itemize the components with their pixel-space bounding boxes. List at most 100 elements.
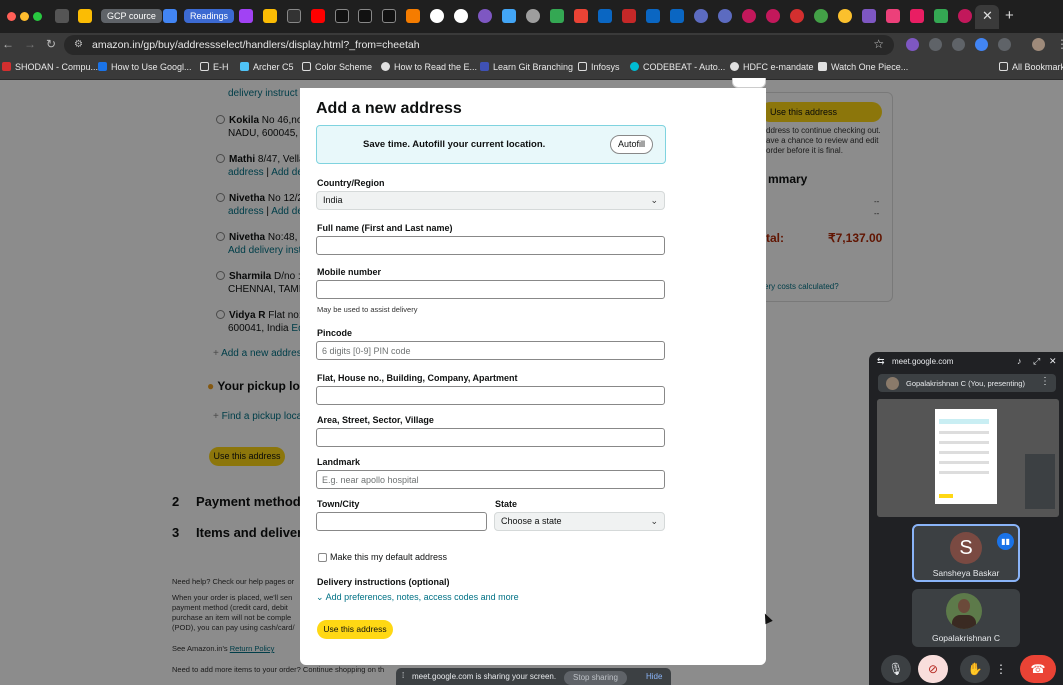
tab-icon[interactable] — [163, 9, 177, 23]
bookmark-folder-color-scheme[interactable]: Color Scheme — [302, 62, 372, 72]
extension-icon[interactable] — [975, 38, 988, 51]
tab-icon[interactable] — [287, 9, 301, 23]
use-this-address-button[interactable]: Use this address — [317, 620, 393, 639]
tab-icon[interactable] — [335, 9, 349, 23]
github-icon[interactable] — [430, 9, 444, 23]
landmark-input[interactable] — [316, 470, 665, 489]
tab-icon[interactable] — [382, 9, 396, 23]
flat-input[interactable] — [316, 386, 665, 405]
url-text[interactable]: amazon.in/gp/buy/addressselect/handlers/… — [92, 39, 420, 51]
tab-icon[interactable] — [862, 9, 876, 23]
site-info-icon[interactable]: ⚙ — [74, 39, 83, 50]
fullname-input[interactable] — [316, 236, 665, 255]
autofill-button[interactable]: Autofill — [610, 135, 653, 154]
tab-icon[interactable] — [934, 9, 948, 23]
linkedin-icon[interactable] — [646, 9, 660, 23]
area-input[interactable] — [316, 428, 665, 447]
state-select[interactable]: Choose a state ⌄ — [494, 512, 665, 531]
town-input[interactable] — [316, 512, 487, 531]
participant-tile[interactable]: S ▮▮ Sansheya Baskar — [912, 524, 1020, 582]
all-bookmarks[interactable]: All Bookmarks — [999, 62, 1063, 72]
tab-icon[interactable] — [790, 9, 804, 23]
menu-kebab-icon[interactable]: ⋮ — [1056, 37, 1063, 51]
presenting-bar[interactable]: Gopalakrishnan C (You, presenting) ⋮ — [878, 374, 1056, 392]
bookmark-one-piece[interactable]: Watch One Piece... — [818, 62, 908, 72]
mobile-input[interactable] — [316, 280, 665, 299]
tab-icon[interactable] — [766, 9, 780, 23]
expand-icon[interactable]: ⤢ — [1033, 356, 1040, 367]
tab-icon[interactable] — [814, 9, 828, 23]
extensions-puzzle-icon[interactable] — [998, 38, 1011, 51]
tab-icon[interactable] — [958, 9, 972, 23]
tab-icon[interactable] — [838, 9, 852, 23]
more-options-icon[interactable]: ⋮ — [1040, 376, 1050, 387]
bookmark-shodan[interactable]: SHODAN - Compu... — [2, 62, 98, 72]
tab-icon[interactable] — [358, 9, 372, 23]
new-tab-button[interactable]: + — [1005, 7, 1014, 24]
tab-icon[interactable] — [55, 9, 69, 23]
bookmark-read[interactable]: How to Read the E... — [381, 62, 477, 72]
bookmark-folder-eh[interactable]: E-H — [200, 62, 229, 72]
raise-hand-button[interactable]: ✋ — [960, 655, 990, 683]
tab-icon[interactable] — [910, 9, 924, 23]
linkedin-icon[interactable] — [670, 9, 684, 23]
maximize-window-button[interactable] — [33, 12, 42, 21]
tab-icon[interactable] — [718, 9, 732, 23]
tab-icon[interactable] — [742, 9, 756, 23]
back-arrow-icon[interactable]: ← — [2, 37, 14, 51]
tab-readings[interactable]: Readings — [184, 9, 235, 23]
tab-icon[interactable] — [263, 9, 277, 23]
close-icon[interactable]: ✕ — [1049, 356, 1057, 367]
minimize-window-button[interactable] — [20, 12, 29, 21]
tab-icon[interactable] — [622, 9, 636, 23]
tab-icon[interactable] — [550, 9, 564, 23]
camera-off-button[interactable]: ⊘ — [918, 655, 948, 683]
mic-toggle-button[interactable]: 🎙 — [881, 655, 911, 683]
close-tab-icon[interactable]: ✕ — [982, 8, 993, 24]
mobile-label: Mobile number — [317, 267, 382, 277]
default-address-checkbox[interactable] — [318, 553, 327, 562]
tab-icon[interactable] — [526, 9, 540, 23]
extension-icon[interactable] — [952, 38, 965, 51]
bookmark-google[interactable]: How to Use Googl... — [98, 62, 192, 72]
bookmark-archer[interactable]: Archer C5 — [240, 62, 294, 72]
tab-icon[interactable] — [239, 9, 253, 23]
modal-close-button[interactable] — [732, 78, 766, 88]
tab-icon[interactable] — [78, 9, 92, 23]
close-window-button[interactable] — [7, 12, 16, 21]
tab-gcp-course[interactable]: GCP cource — [101, 9, 162, 23]
bookmark-star-icon[interactable]: ☆ — [873, 37, 884, 51]
country-select[interactable]: India ⌄ — [316, 191, 665, 210]
end-call-button[interactable]: ☎ — [1020, 655, 1056, 683]
stop-sharing-button[interactable]: Stop sharing — [564, 671, 627, 685]
linkedin-icon[interactable] — [598, 9, 612, 23]
github-icon[interactable] — [454, 9, 468, 23]
drag-handle-icon[interactable]: ⁞ — [402, 671, 404, 680]
tab-icon[interactable] — [886, 9, 900, 23]
tab-icon[interactable] — [502, 9, 516, 23]
hide-share-bar-button[interactable]: Hide — [646, 672, 662, 681]
extension-icon[interactable] — [906, 38, 919, 51]
forward-arrow-icon[interactable]: → — [24, 37, 36, 51]
omnibox[interactable]: ⚙ amazon.in/gp/buy/addressselect/handler… — [64, 35, 894, 55]
bookmark-hdfc[interactable]: HDFC e-mandate — [730, 62, 814, 72]
mic-icon[interactable]: ♪ — [1017, 356, 1022, 366]
tab-icon[interactable] — [694, 9, 708, 23]
pincode-input[interactable] — [316, 341, 665, 360]
bookmark-git[interactable]: Learn Git Branching — [480, 62, 573, 72]
default-address-label[interactable]: Make this my default address — [330, 552, 447, 562]
profile-avatar[interactable] — [1032, 38, 1045, 51]
tab-icon[interactable] — [478, 9, 492, 23]
gmail-icon[interactable] — [574, 9, 588, 23]
reload-icon[interactable]: ↻ — [46, 37, 56, 51]
extension-icon[interactable] — [929, 38, 942, 51]
active-tab[interactable]: ✕ — [975, 5, 999, 29]
more-options-icon[interactable]: ⋮ — [993, 655, 1009, 683]
delivery-instructions-link[interactable]: ⌄ Add preferences, notes, access codes a… — [316, 592, 519, 603]
tab-icon[interactable] — [406, 9, 420, 23]
chevron-down-icon: ⌄ — [316, 592, 324, 602]
bookmark-folder-infosys[interactable]: Infosys — [578, 62, 620, 72]
participant-tile[interactable]: Gopalakrishnan C — [912, 589, 1020, 647]
tab-icon[interactable] — [311, 9, 325, 23]
bookmark-codebeat[interactable]: CODEBEAT - Auto... — [630, 62, 725, 72]
